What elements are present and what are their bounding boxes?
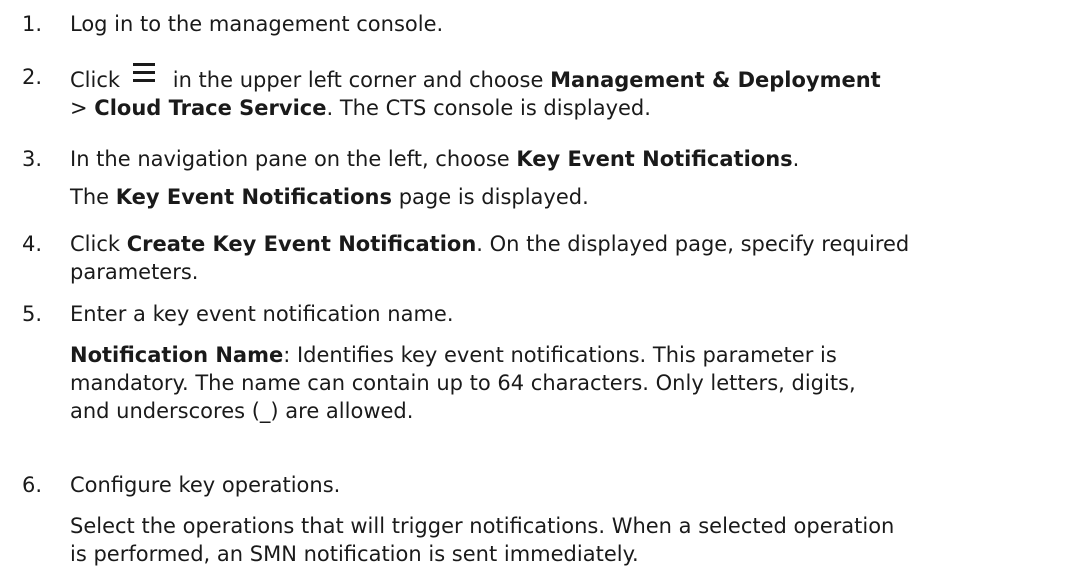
step-number: 6. — [22, 473, 43, 497]
step-number: 3. — [22, 147, 43, 171]
field-description: and underscores (_) are allowed. — [70, 399, 414, 423]
path-separator: > — [70, 96, 88, 120]
step-text: . The CTS console is displayed. — [326, 96, 651, 120]
step-note: page is displayed. — [398, 185, 589, 209]
document: 1. Log in to the management console. 2. … — [0, 0, 1082, 583]
period: . — [792, 147, 800, 171]
menu-icon — [132, 63, 155, 83]
menu-path-cts: Cloud Trace Service — [94, 96, 327, 120]
step-text: Configure key operations. — [70, 473, 341, 497]
field-name: Notification Name — [70, 343, 284, 367]
step-text: Log in to the management console. — [70, 12, 444, 36]
page-name: Key Event Notifications — [115, 185, 393, 209]
menu-path-management: Management & Deployment — [550, 68, 881, 92]
step-number: 2. — [22, 65, 43, 89]
step-text: In the navigation pane on the left, choo… — [70, 147, 510, 171]
step-text: . On the displayed page, specify require… — [476, 232, 910, 256]
field-description: : Identifies key event notifications. Th… — [283, 343, 837, 367]
step-text: parameters. — [70, 260, 199, 284]
step-number: 1. — [22, 12, 43, 36]
step-note: is performed, an SMN notification is sen… — [70, 542, 639, 566]
click-text: Click — [70, 68, 121, 92]
step-text: Click — [70, 232, 121, 256]
nav-item-key-event-notifications: Key Event Notifications — [516, 147, 793, 171]
step-number: 4. — [22, 232, 43, 256]
field-description: mandatory. The name can contain up to 64… — [70, 371, 856, 395]
step-text: in the upper left corner and choose — [172, 68, 544, 92]
step-note: The — [70, 185, 110, 209]
step-text: Enter a key event notification name. — [70, 302, 454, 326]
create-button-label: Create Key Event Notification — [126, 232, 477, 256]
step-note: Select the operations that will trigger … — [70, 514, 895, 538]
step-number: 5. — [22, 302, 43, 326]
